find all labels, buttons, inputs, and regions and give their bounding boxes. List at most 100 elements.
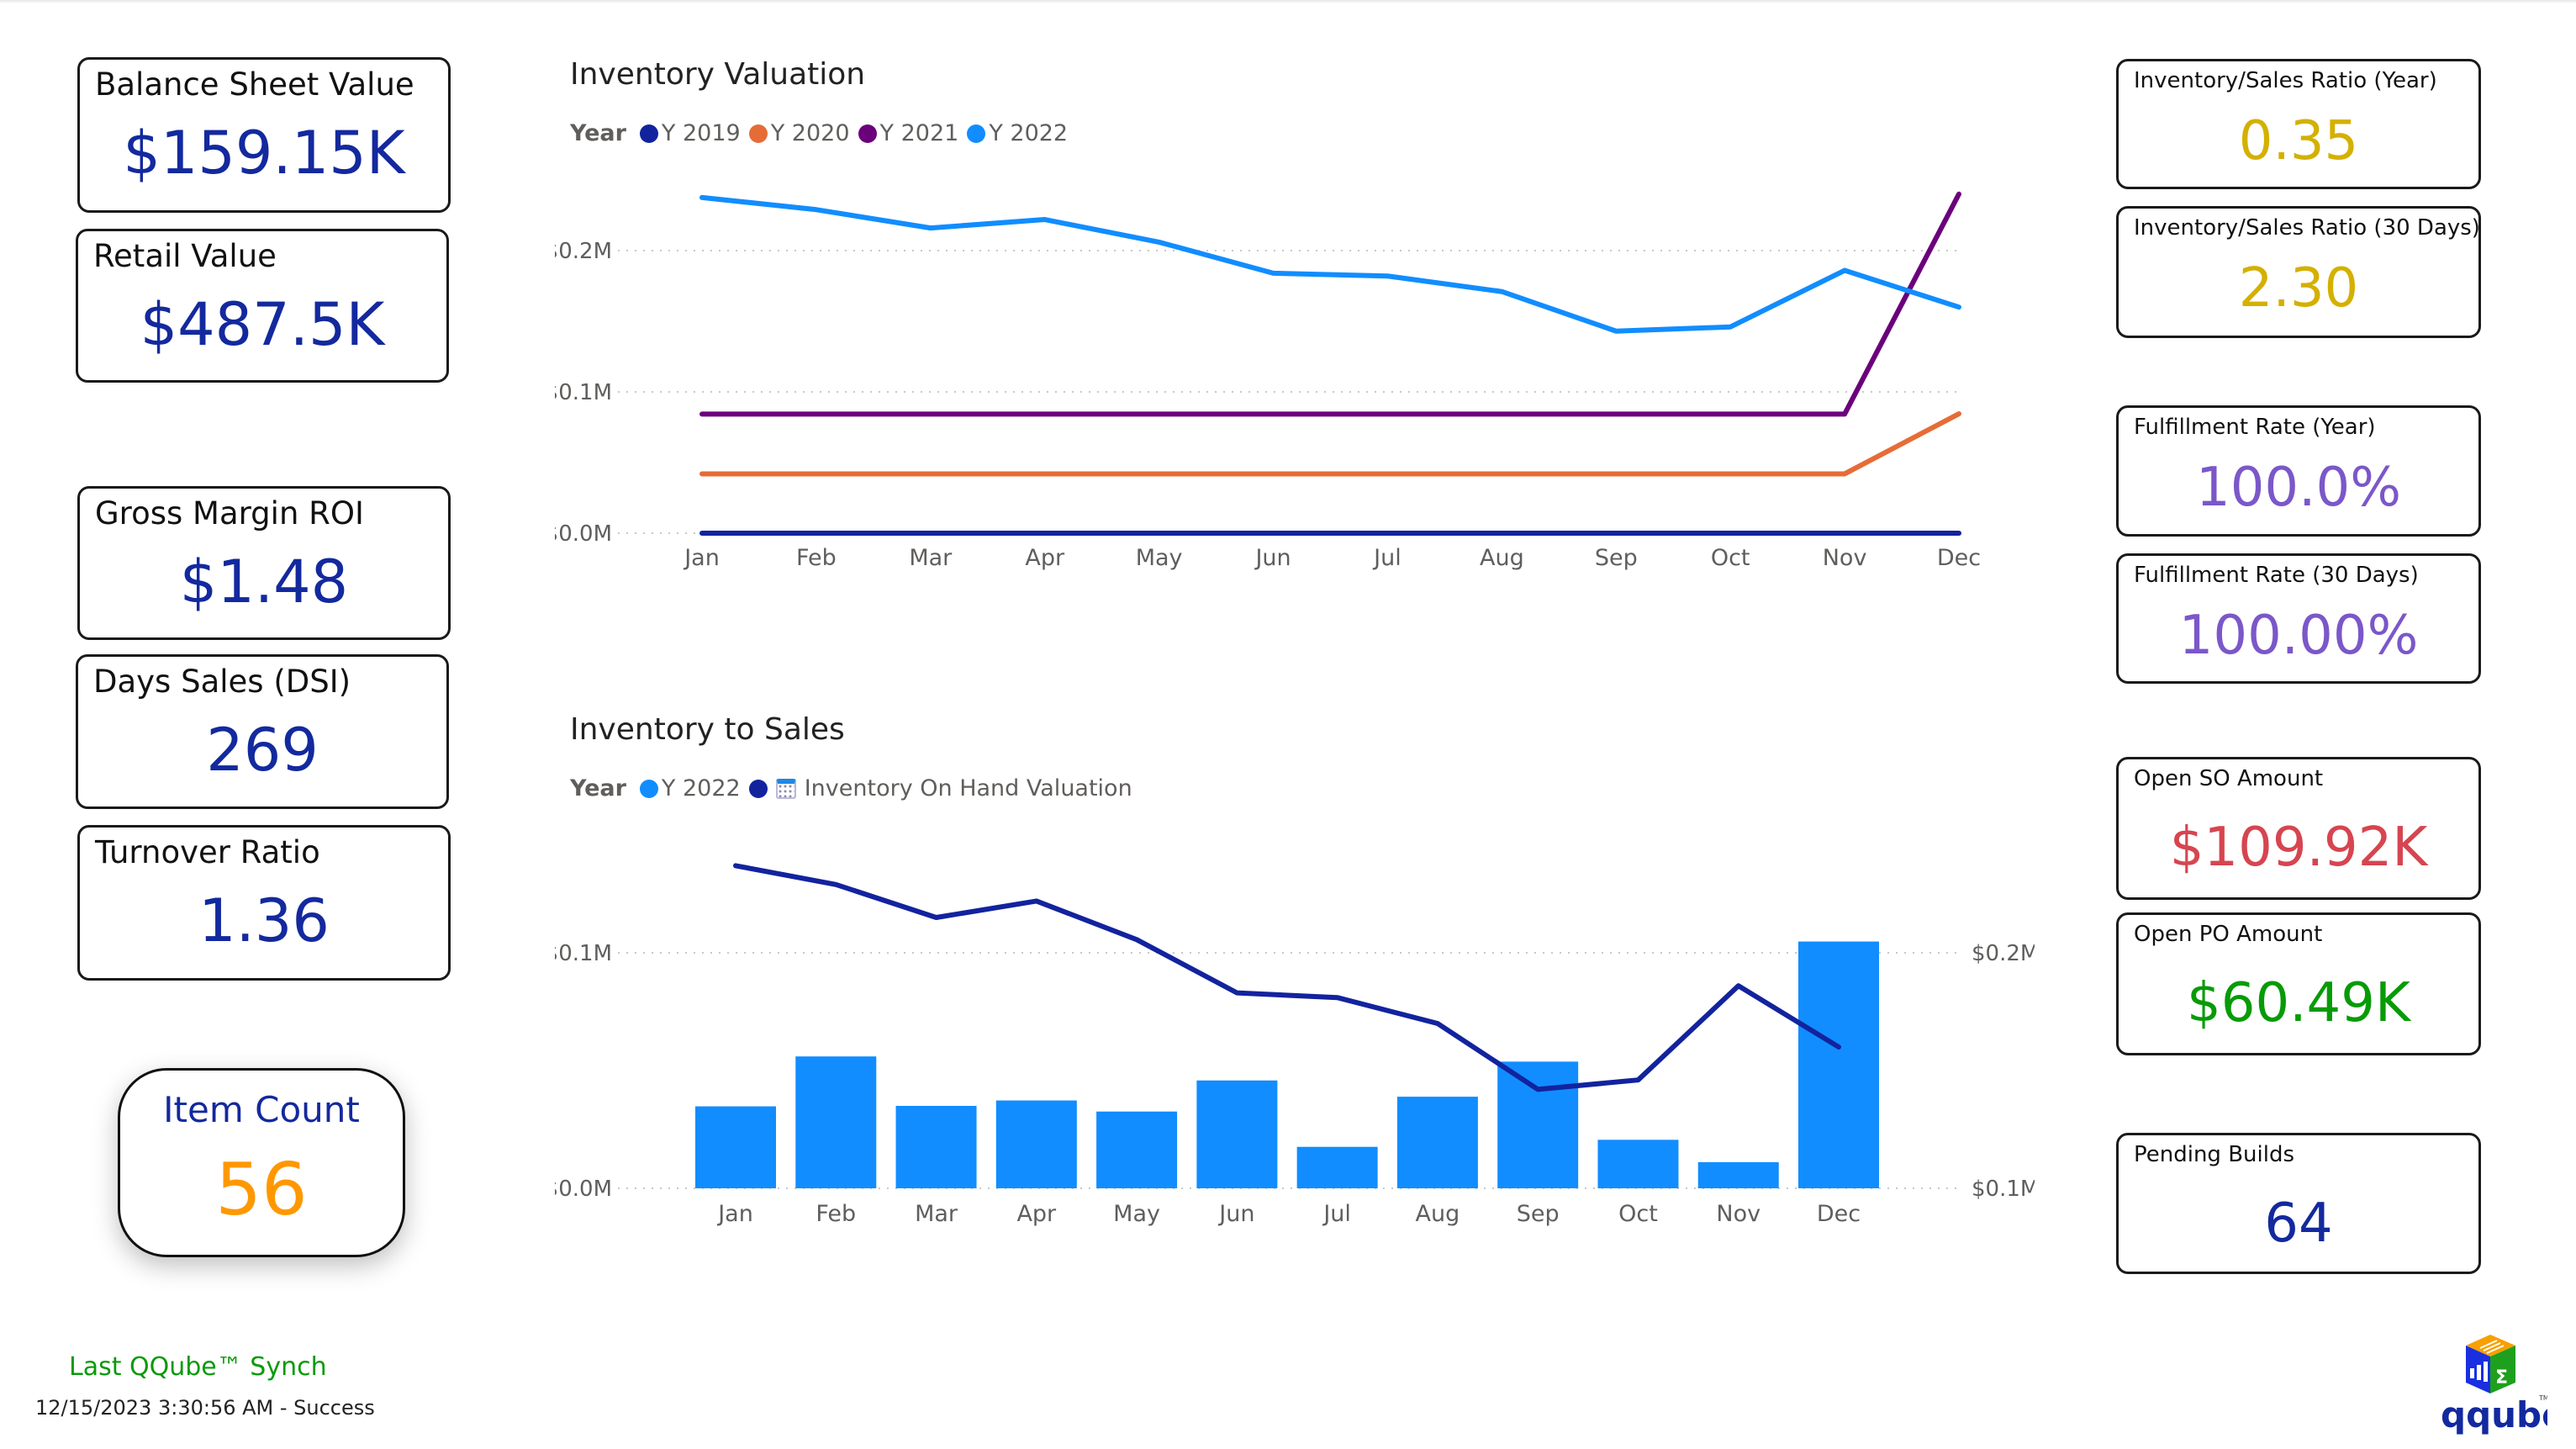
calendar-icon bbox=[775, 778, 796, 799]
y-tick-label: $0.1M bbox=[555, 941, 612, 966]
x-tick-label: Oct bbox=[1711, 545, 1750, 571]
x-tick-label: Jan bbox=[683, 545, 720, 571]
x-tick-label: Jan bbox=[716, 1201, 753, 1227]
legend-item[interactable]: Y 2022 bbox=[967, 120, 1068, 146]
bar-jul[interactable] bbox=[1296, 1146, 1378, 1188]
qqube-logo: Σ qqube TM bbox=[2438, 1333, 2566, 1442]
y2-tick-label: $0.2M bbox=[1972, 941, 2035, 966]
card-label: Inventory/Sales Ratio (30 Days) bbox=[2134, 215, 2480, 241]
y-tick-label: $0.0M bbox=[555, 521, 612, 547]
bar-may[interactable] bbox=[1096, 1111, 1178, 1188]
card-label: Item Count bbox=[163, 1089, 360, 1130]
logo-text: qqube bbox=[2441, 1394, 2547, 1436]
x-tick-label: Nov bbox=[1823, 545, 1867, 571]
card-value: 2.30 bbox=[2238, 257, 2359, 320]
card-inventory-sales-ratio-year[interactable]: Inventory/Sales Ratio (Year) 0.35 bbox=[2116, 59, 2481, 189]
x-tick-label: Jun bbox=[1217, 1201, 1254, 1227]
legend-item[interactable]: Inventory On Hand Valuation bbox=[748, 775, 1132, 801]
x-tick-label: Apr bbox=[1025, 545, 1065, 571]
legend-label: Inventory On Hand Valuation bbox=[804, 775, 1132, 801]
card-value: $109.92K bbox=[2169, 817, 2428, 879]
card-label: Gross Margin ROI bbox=[95, 495, 364, 531]
x-tick-label: Dec bbox=[1817, 1201, 1861, 1227]
y-tick-label: $0.2M bbox=[555, 239, 612, 264]
legend-dot-icon bbox=[639, 124, 658, 143]
bar-jan[interactable] bbox=[695, 1106, 776, 1188]
legend-dot-icon bbox=[858, 124, 877, 143]
y2-tick-label: $0.1M bbox=[1972, 1177, 2035, 1202]
card-value: 100.0% bbox=[2195, 457, 2402, 519]
card-gross-margin-roi[interactable]: Gross Margin ROI $1.48 bbox=[77, 486, 451, 640]
card-item-count[interactable]: Item Count 56 bbox=[118, 1068, 405, 1257]
inventory-valuation-title: Inventory Valuation bbox=[570, 57, 866, 92]
legend-item[interactable]: Y 2019 bbox=[639, 120, 741, 146]
card-value: $159.15K bbox=[123, 119, 405, 188]
x-tick-label: Feb bbox=[816, 1201, 856, 1227]
x-tick-label: Apr bbox=[1016, 1201, 1057, 1227]
legend-title: Year bbox=[570, 120, 626, 146]
legend-dot-icon bbox=[748, 779, 768, 798]
card-value: 56 bbox=[215, 1148, 308, 1232]
series-line-y-2022[interactable] bbox=[699, 194, 1961, 334]
x-tick-label: Aug bbox=[1480, 545, 1524, 571]
legend-item[interactable]: Y 2021 bbox=[858, 120, 959, 146]
bar-feb[interactable] bbox=[795, 1056, 877, 1188]
bar-dec[interactable] bbox=[1798, 941, 1879, 1188]
bar-aug[interactable] bbox=[1396, 1097, 1478, 1188]
top-edge bbox=[0, 0, 2576, 3]
card-days-sales-dsi[interactable]: Days Sales (DSI) 269 bbox=[76, 654, 449, 809]
card-value: $1.48 bbox=[179, 547, 349, 616]
bar-nov[interactable] bbox=[1697, 1161, 1779, 1188]
card-inventory-sales-ratio-30-days[interactable]: Inventory/Sales Ratio (30 Days) 2.30 bbox=[2116, 206, 2481, 338]
bar-oct[interactable] bbox=[1597, 1140, 1679, 1188]
card-fulfillment-rate-30-days[interactable]: Fulfillment Rate (30 Days) 100.00% bbox=[2116, 553, 2481, 684]
card-value: 1.36 bbox=[198, 886, 330, 955]
inventory-to-sales-chart[interactable]: $0.0M $0.1M $0.1M $0.2M Jan Feb Mar Apr May Jun Ju… bbox=[555, 833, 2035, 1245]
legend-label: Y 2021 bbox=[879, 120, 959, 146]
legend-dot-icon bbox=[748, 124, 768, 143]
y-tick-label: $0.0M bbox=[555, 1177, 612, 1202]
x-tick-label: Feb bbox=[796, 545, 837, 571]
card-pending-builds[interactable]: Pending Builds 64 bbox=[2116, 1133, 2481, 1274]
legend-item[interactable]: Y 2020 bbox=[748, 120, 850, 146]
bar-apr[interactable] bbox=[995, 1100, 1077, 1188]
card-turnover-ratio[interactable]: Turnover Ratio 1.36 bbox=[77, 825, 451, 981]
x-tick-label: May bbox=[1136, 545, 1183, 571]
card-label: Retail Value bbox=[93, 238, 277, 274]
x-tick-label: Jun bbox=[1254, 545, 1291, 571]
x-tick-label: Sep bbox=[1517, 1201, 1560, 1227]
card-fulfillment-rate-year[interactable]: Fulfillment Rate (Year) 100.0% bbox=[2116, 405, 2481, 537]
bar-sep[interactable] bbox=[1497, 1061, 1579, 1188]
x-tick-label: May bbox=[1113, 1201, 1160, 1227]
legend-label: Y 2020 bbox=[770, 120, 850, 146]
card-value: 0.35 bbox=[2238, 110, 2359, 172]
legend-item[interactable]: Y 2022 bbox=[639, 775, 741, 801]
card-open-so-amount[interactable]: Open SO Amount $109.92K bbox=[2116, 757, 2481, 900]
card-open-po-amount[interactable]: Open PO Amount $60.49K bbox=[2116, 912, 2481, 1055]
bar-mar[interactable] bbox=[895, 1106, 977, 1188]
card-label: Turnover Ratio bbox=[95, 834, 320, 870]
card-label: Open PO Amount bbox=[2134, 922, 2323, 947]
card-value: $60.49K bbox=[2187, 972, 2410, 1034]
legend-dot-icon bbox=[639, 779, 658, 798]
inventory-to-sales-title: Inventory to Sales bbox=[570, 712, 845, 747]
x-tick-label: Dec bbox=[1937, 545, 1981, 571]
series-line-inventory-on-hand-valuation[interactable] bbox=[733, 863, 1841, 1092]
bar-jun[interactable] bbox=[1196, 1080, 1278, 1188]
legend-dot-icon bbox=[967, 124, 986, 143]
x-tick-label: Mar bbox=[909, 545, 953, 571]
x-tick-label: Nov bbox=[1716, 1201, 1760, 1227]
series-line-y-2020[interactable] bbox=[699, 411, 1961, 477]
card-value: 269 bbox=[206, 716, 319, 785]
sync-title: Last QQube™ Synch bbox=[69, 1352, 327, 1382]
series-line-y-2021[interactable] bbox=[699, 191, 1961, 417]
card-retail-value[interactable]: Retail Value $487.5K bbox=[76, 229, 449, 383]
card-value: $487.5K bbox=[140, 290, 385, 359]
card-label: Pending Builds bbox=[2134, 1142, 2295, 1167]
card-balance-sheet-value[interactable]: Balance Sheet Value $159.15K bbox=[77, 57, 451, 213]
legend-label: Y 2022 bbox=[989, 120, 1069, 146]
inventory-valuation-chart[interactable]: $0.0M $0.1M $0.2M Jan Feb Mar Apr May Jun Jul Aug S… bbox=[555, 160, 2035, 597]
legend-label: Y 2022 bbox=[661, 775, 741, 801]
card-label: Fulfillment Rate (30 Days) bbox=[2134, 563, 2419, 588]
x-tick-label: Aug bbox=[1416, 1201, 1460, 1227]
